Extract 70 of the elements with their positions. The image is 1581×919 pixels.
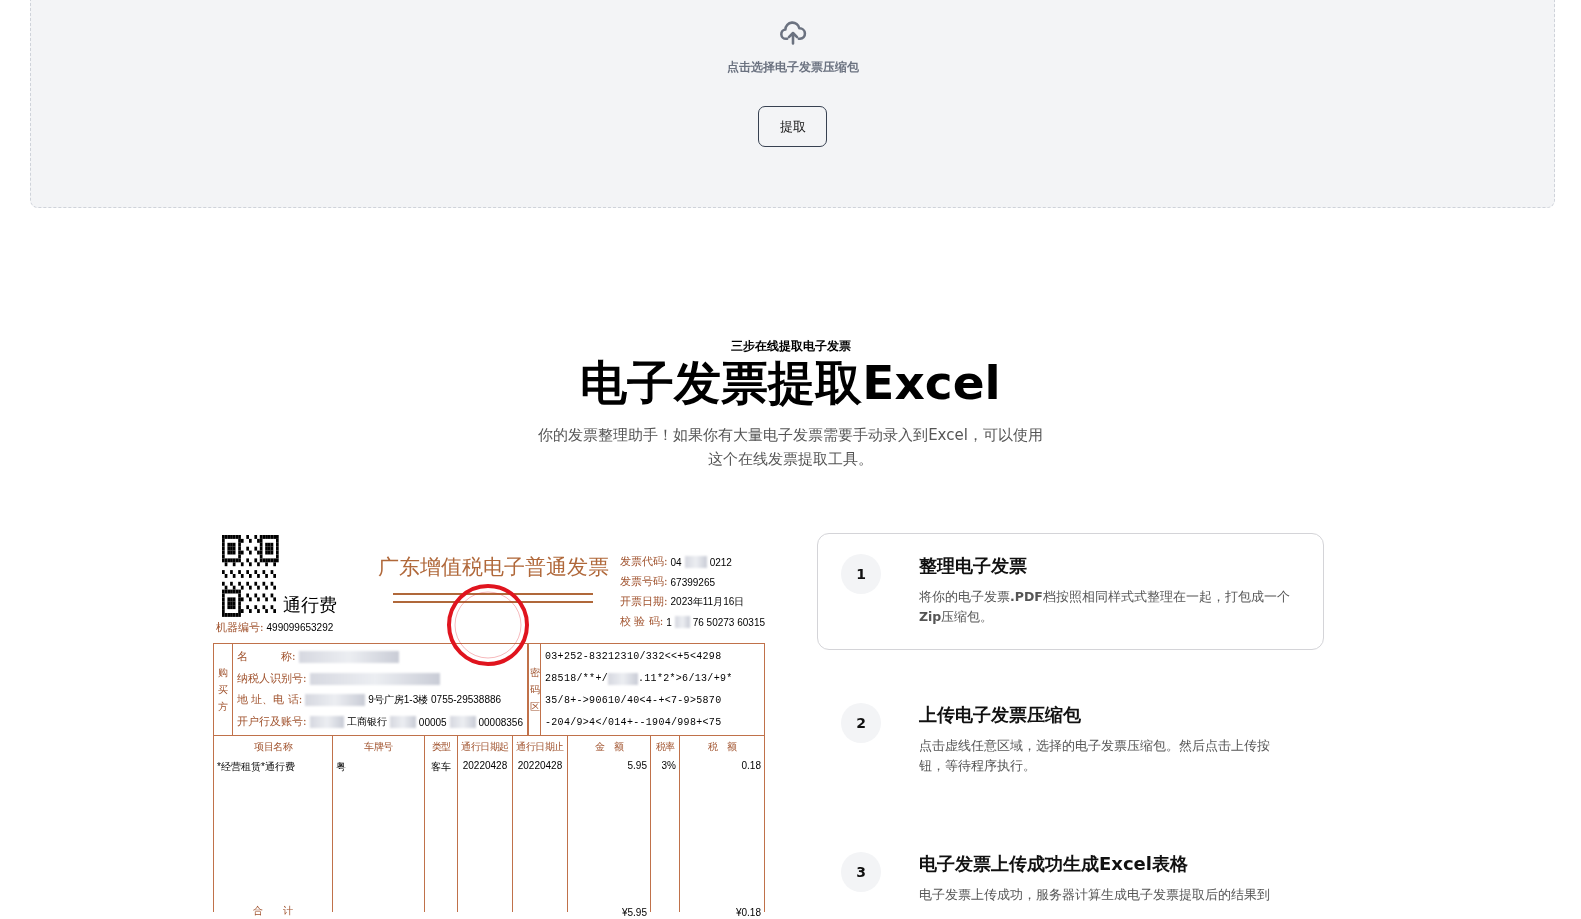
total-label: 合 计 xyxy=(252,904,294,918)
table-cell-text: 客车 xyxy=(430,760,452,774)
column-header: 通行日期起 xyxy=(460,740,510,754)
field-label: 开票日期: xyxy=(620,595,668,609)
field-value: 03+252-83212310/332<<+5<4298 xyxy=(545,651,722,663)
upload-prompt: 点击选择电子发票压缩包 xyxy=(726,59,859,76)
column-header: 项目名称 xyxy=(253,740,294,754)
column-header: 税 额 xyxy=(706,740,738,754)
total-amount: ¥5.95 xyxy=(620,907,648,918)
table-cell-text: 0.18 xyxy=(740,760,762,771)
field-value: 0212 xyxy=(709,556,732,568)
blurred-text xyxy=(309,716,344,729)
field-value: 499099653292 xyxy=(266,622,334,633)
blurred-text xyxy=(674,616,690,628)
field-value: 67399265 xyxy=(670,576,716,588)
field-value: 35/8+->90610/40<4-+<7-9>5870 xyxy=(545,695,722,707)
field-value: 2023年11月16日 xyxy=(670,595,745,609)
table-cell-text: 20220428 xyxy=(461,760,509,771)
field-value: 1 xyxy=(666,616,672,628)
field-label: 地 址、电 话: xyxy=(237,693,303,708)
field-label: 校 验 码: xyxy=(620,615,664,629)
step-number: 2 xyxy=(841,703,881,743)
table-cell-text: *经营租赁*通行费 xyxy=(216,760,296,774)
step-title: 整理电子发票 xyxy=(919,554,1028,578)
step-number: 3 xyxy=(841,852,881,892)
table-cell-text: 5.95 xyxy=(626,760,648,771)
step-title: 上传电子发票压缩包 xyxy=(919,703,1082,727)
invoice-category: 通行费 xyxy=(283,594,337,617)
field-value: 9号广房1-3楼 0755-29538886 xyxy=(368,693,502,708)
buyer-label: 购买方 xyxy=(218,666,228,714)
blurred-text xyxy=(305,694,366,707)
invoice-title: 广东增值税电子普通发票 xyxy=(377,554,609,581)
step-description: 将你的电子发票.PDF档按照相同样式式整理在一起，打包成一个Zip压缩包。 xyxy=(919,588,1291,626)
total-tax: ¥0.18 xyxy=(734,907,762,918)
section-eyebrow: 三步在线提取电子发票 xyxy=(730,338,851,355)
column-header: 车牌号 xyxy=(363,740,394,754)
field-value: -204/9>4</014+--1904/998+<75 xyxy=(545,716,722,728)
extract-button[interactable]: 提取 xyxy=(758,106,827,147)
table-cell-text: 20220428 xyxy=(516,760,564,771)
page-heading: 电子发票提取Excel xyxy=(580,355,1001,411)
column-header: 通行日期止 xyxy=(515,740,565,754)
field-label: 名 称: xyxy=(237,649,296,664)
blurred-text xyxy=(608,672,638,685)
column-header: 类型 xyxy=(430,740,452,754)
field-label: 机器编号: xyxy=(216,621,264,635)
column-header: 税率 xyxy=(654,740,676,754)
cipher-label: 密码区 xyxy=(529,666,540,714)
qr-code-icon xyxy=(222,535,279,617)
intro-text: 你的发票整理助手！如果你有大量电子发票需要手动录入到Excel，可以使用这个在线发票提取工具。 xyxy=(538,425,1043,470)
step-number: 1 xyxy=(841,554,881,594)
field-value: 76 50273 60315 xyxy=(692,616,765,628)
step-title: 电子发票上传成功生成Excel表格 xyxy=(919,852,1189,876)
field-label: 纳税人识别号: xyxy=(237,671,307,686)
field-value: 28518/**+/ xyxy=(545,673,608,685)
field-value: 00008356 xyxy=(478,716,523,728)
step-description: 电子发票上传成功，服务器计算生成电子发票提取后的结果到 xyxy=(919,886,1271,904)
field-value: 00005 xyxy=(418,716,447,728)
blurred-text xyxy=(684,556,707,568)
field-value: 工商银行 xyxy=(347,715,387,730)
blurred-text xyxy=(390,716,416,729)
field-label: 开户行及账号: xyxy=(237,715,307,730)
field-label: 发票号码: xyxy=(620,575,668,589)
blurred-text xyxy=(449,716,476,729)
field-value: 04 xyxy=(670,556,682,568)
table-cell-text: 粤 xyxy=(335,760,347,774)
table-cell-text: 3% xyxy=(660,760,677,771)
column-header: 金 额 xyxy=(593,740,625,754)
field-value: .11*2*>6/13/+9* xyxy=(638,673,733,685)
field-label: 发票代码: xyxy=(620,555,668,569)
step-description: 点击虚线任意区域，选择的电子发票压缩包。然后点击上传按钮，等待程序执行。 xyxy=(919,737,1271,775)
